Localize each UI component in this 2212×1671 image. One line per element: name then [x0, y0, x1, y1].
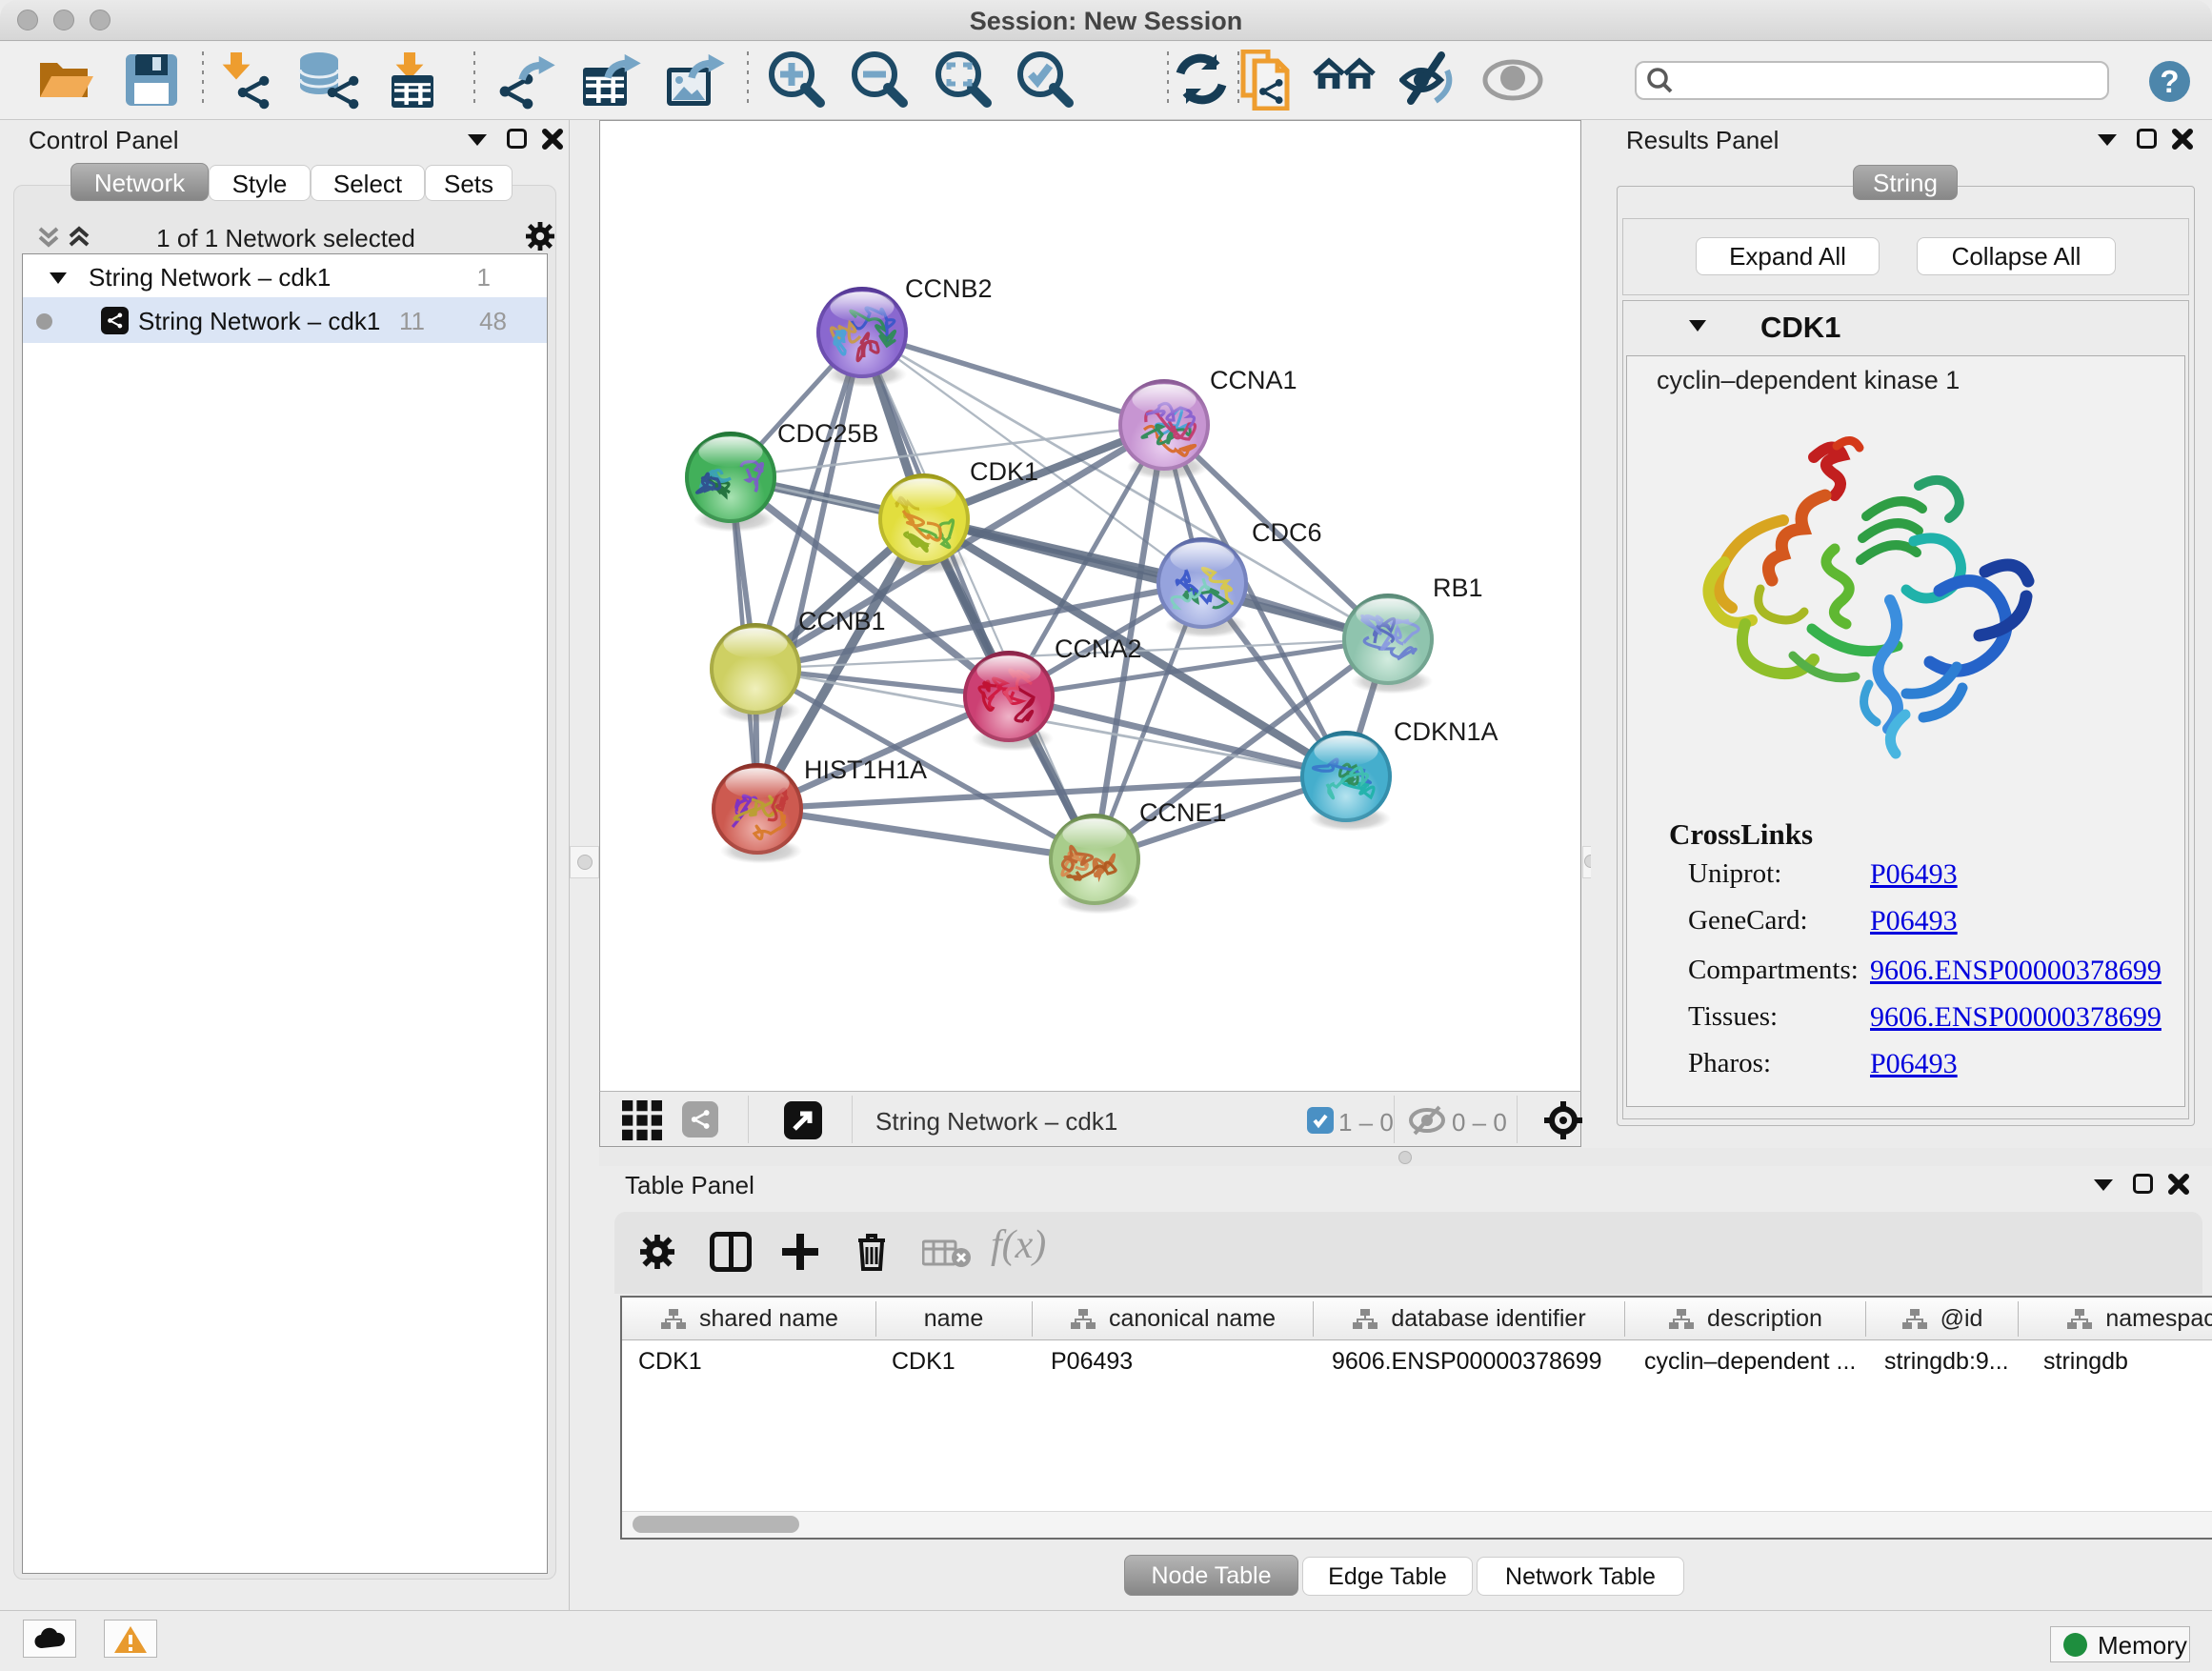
svg-text:RB1: RB1 [1433, 574, 1483, 602]
svg-text:CCNA2: CCNA2 [1055, 634, 1142, 663]
svg-text:CDC6: CDC6 [1252, 518, 1322, 547]
svg-text:CDC25B: CDC25B [777, 419, 879, 448]
svg-text:CCNB2: CCNB2 [905, 274, 993, 303]
svg-text:CCNA1: CCNA1 [1210, 366, 1297, 394]
svg-text:CDKN1A: CDKN1A [1394, 717, 1498, 746]
svg-text:CCNB1: CCNB1 [798, 607, 886, 635]
svg-text:HIST1H1A: HIST1H1A [804, 755, 927, 784]
svg-text:CCNE1: CCNE1 [1139, 798, 1227, 827]
svg-text:CDK1: CDK1 [970, 457, 1038, 486]
